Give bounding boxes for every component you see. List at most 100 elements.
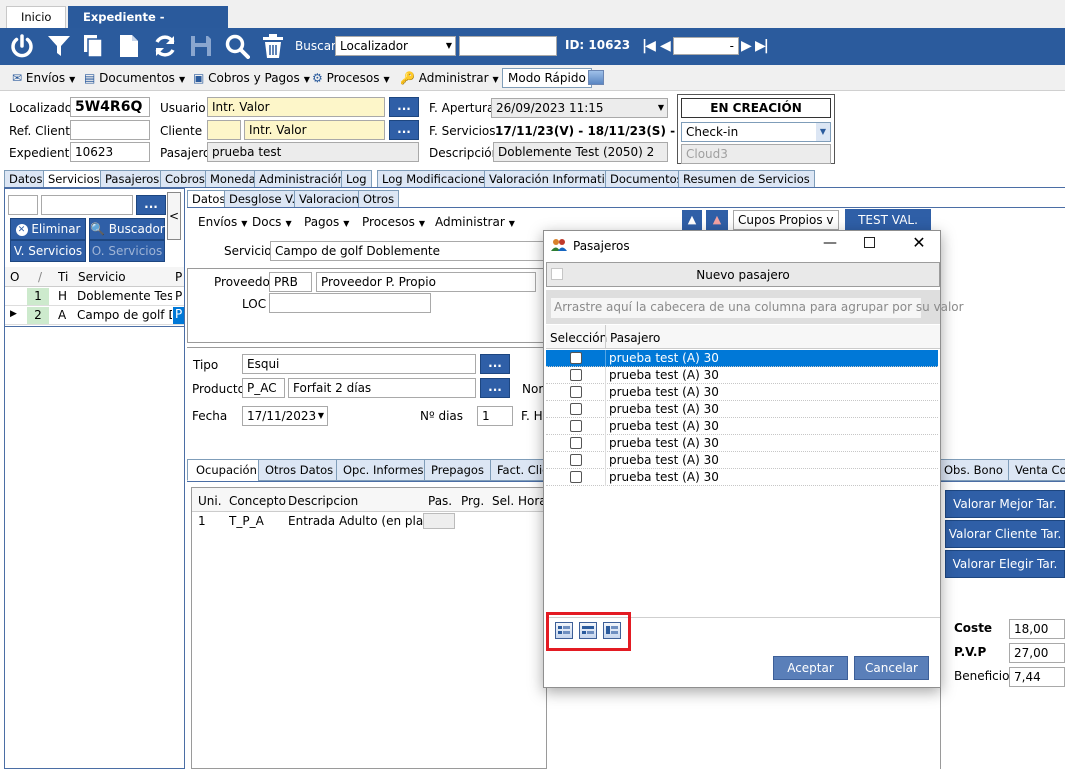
pasajero-row[interactable]: prueba test (A) 30	[546, 350, 938, 367]
tab-moneda[interactable]: Moneda	[205, 170, 261, 188]
col-seleccion[interactable]: Selección	[550, 331, 607, 345]
select-checkbox[interactable]	[570, 420, 582, 432]
select-checkbox[interactable]	[570, 437, 582, 449]
filter-icon[interactable]	[46, 33, 72, 59]
pasajero-row[interactable]: prueba test (A) 30	[546, 401, 938, 418]
tab-cobros[interactable]: Cobros	[160, 170, 210, 188]
copy-icon[interactable]	[80, 33, 106, 59]
valorar-elegir-button[interactable]: Valorar Elegir Tar.	[945, 550, 1065, 578]
pasajero-row[interactable]: prueba test (A) 30	[546, 418, 938, 435]
pasajero-row[interactable]: prueba test (A) 30	[546, 367, 938, 384]
loc-field[interactable]	[269, 293, 431, 313]
beneficio-field[interactable]: 7,44	[1009, 667, 1065, 687]
producto-code-field[interactable]: P_AC	[242, 378, 285, 398]
tab-otros[interactable]: Otros	[358, 190, 400, 208]
record-nav-input[interactable]: -	[673, 37, 739, 55]
submenu-procesos[interactable]: Procesos ▼	[362, 213, 425, 231]
proveedor-name-field[interactable]: Proveedor P. Propio	[316, 272, 536, 292]
detail-view-icon[interactable]	[579, 622, 597, 639]
table-row[interactable]: 1 T_P_A Entrada Adulto (en platea)	[192, 513, 546, 530]
usuario-lookup-button[interactable]: ...	[389, 97, 419, 117]
tab-obs-bono[interactable]: Obs. Bono	[937, 459, 1010, 481]
tab-log-modificaciones[interactable]: Log Modificaciones	[377, 170, 497, 188]
image-icon[interactable]	[588, 70, 604, 85]
arrow-up-icon[interactable]: ▲	[682, 210, 702, 230]
menu-administrar[interactable]: 🔑 Administrar ▼	[400, 69, 499, 87]
pasajero-field[interactable]: prueba test	[207, 142, 419, 162]
eliminar-button[interactable]: ✕ Eliminar	[10, 218, 86, 240]
valorar-cliente-button[interactable]: Valorar Cliente Tar.	[945, 520, 1065, 548]
nuevo-pasajero-button[interactable]: Nuevo pasajero	[546, 262, 940, 287]
col-pasajero[interactable]: Pasajero	[610, 331, 660, 345]
tab-resumen-servicios[interactable]: Resumen de Servicios	[678, 170, 815, 188]
last-record-icon[interactable]: ▶|	[755, 38, 769, 54]
tab-administracion[interactable]: Administración	[254, 170, 350, 188]
delete-icon[interactable]	[260, 33, 286, 59]
servicio-field[interactable]: Campo de golf Doblemente	[270, 241, 545, 261]
checkin-select[interactable]: Check-in ▼	[681, 122, 831, 142]
menu-cobros-pagos[interactable]: ▣ Cobros y Pagos ▼	[193, 69, 310, 87]
table-row[interactable]: 1 H Doblemente Tes... P	[5, 288, 184, 306]
ref-cliente-field[interactable]	[70, 120, 150, 140]
col-concepto[interactable]: Concepto	[229, 494, 286, 508]
o-servicios-button[interactable]: O. Servicios	[89, 240, 165, 262]
pvp-field[interactable]: 27,00	[1009, 643, 1065, 663]
pasajero-row[interactable]: prueba test (A) 30	[546, 469, 938, 486]
new-document-icon[interactable]	[116, 33, 142, 59]
cliente-lookup-button[interactable]: ...	[389, 120, 419, 140]
pasajero-row[interactable]: prueba test (A) 30	[546, 452, 938, 469]
localizador-field[interactable]: 5W4R6Q	[70, 97, 150, 117]
buscador-button[interactable]: 🔍 Buscador	[89, 218, 165, 240]
power-icon[interactable]	[9, 33, 35, 59]
f-apertura-field[interactable]: 26/09/2023 11:15 ▼	[491, 98, 668, 118]
col-pas[interactable]: Pas.	[428, 494, 452, 508]
col-ti[interactable]: Ti	[58, 270, 68, 284]
service-filter-button[interactable]: ...	[136, 195, 166, 215]
pasajero-row[interactable]: prueba test (A) 30	[546, 435, 938, 452]
tipo-lookup-button[interactable]: ...	[480, 354, 510, 374]
col-p[interactable]: P	[175, 270, 182, 284]
tab-otros-datos[interactable]: Otros Datos	[258, 459, 341, 481]
tab-valoracion-informativa[interactable]: Valoración Informativa	[484, 170, 624, 188]
cliente-field[interactable]: Intr. Valor	[244, 120, 385, 140]
pasajero-row[interactable]: prueba test (A) 30	[546, 384, 938, 401]
select-checkbox[interactable]	[570, 369, 582, 381]
proveedor-code-field[interactable]: PRB	[269, 272, 312, 292]
submenu-pagos[interactable]: Pagos ▼	[304, 213, 349, 231]
select-checkbox[interactable]	[570, 386, 582, 398]
v-servicios-button[interactable]: V. Servicios	[10, 240, 86, 262]
select-checkbox[interactable]	[570, 454, 582, 466]
menu-documentos[interactable]: ▤ Documentos ▼	[84, 69, 185, 87]
minimize-icon[interactable]: —	[820, 235, 840, 255]
card-view-icon[interactable]	[603, 622, 621, 639]
submenu-docs[interactable]: Docs ▼	[252, 213, 292, 231]
select-checkbox[interactable]	[570, 471, 582, 483]
service-filter-code[interactable]	[8, 195, 38, 215]
usuario-field[interactable]: Intr. Valor	[207, 97, 385, 117]
table-row[interactable]: ▶ 2 A Campo de golf D... P	[5, 307, 184, 325]
tab-datos[interactable]: Datos	[4, 170, 48, 188]
next-record-icon[interactable]: ▶	[741, 38, 752, 54]
pasajeros-cell-button[interactable]	[423, 513, 455, 529]
col-prg[interactable]: Prg.	[461, 494, 484, 508]
coste-field[interactable]: 18,00	[1009, 619, 1065, 639]
search-icon[interactable]	[224, 33, 250, 59]
select-checkbox[interactable]	[570, 403, 582, 415]
tab-venta-con[interactable]: Venta Con	[1008, 459, 1065, 481]
test-val-button[interactable]: TEST VAL.	[845, 209, 931, 231]
menu-procesos[interactable]: ⚙ Procesos ▼	[312, 69, 390, 87]
buscar-input[interactable]	[459, 36, 557, 56]
valorar-mejor-button[interactable]: Valorar Mejor Tar.	[945, 490, 1065, 518]
producto-lookup-button[interactable]: ...	[480, 378, 510, 398]
submenu-administrar[interactable]: Administrar ▼	[435, 213, 515, 231]
tab-documentos[interactable]: Documentos	[605, 170, 688, 188]
tab-ocupacion[interactable]: Ocupación	[187, 459, 266, 481]
modo-rapido-button[interactable]: Modo Rápido	[502, 68, 592, 88]
aceptar-button[interactable]: Aceptar	[773, 656, 848, 680]
expediente-field[interactable]: 10623	[70, 142, 150, 162]
buscar-select[interactable]: Localizador ▼	[335, 36, 456, 56]
tab-opc-informes[interactable]: Opc. Informes	[336, 459, 431, 481]
col-sort[interactable]: /	[38, 270, 42, 284]
cliente-code-field[interactable]	[207, 120, 241, 140]
list-view-icon[interactable]	[555, 622, 573, 639]
